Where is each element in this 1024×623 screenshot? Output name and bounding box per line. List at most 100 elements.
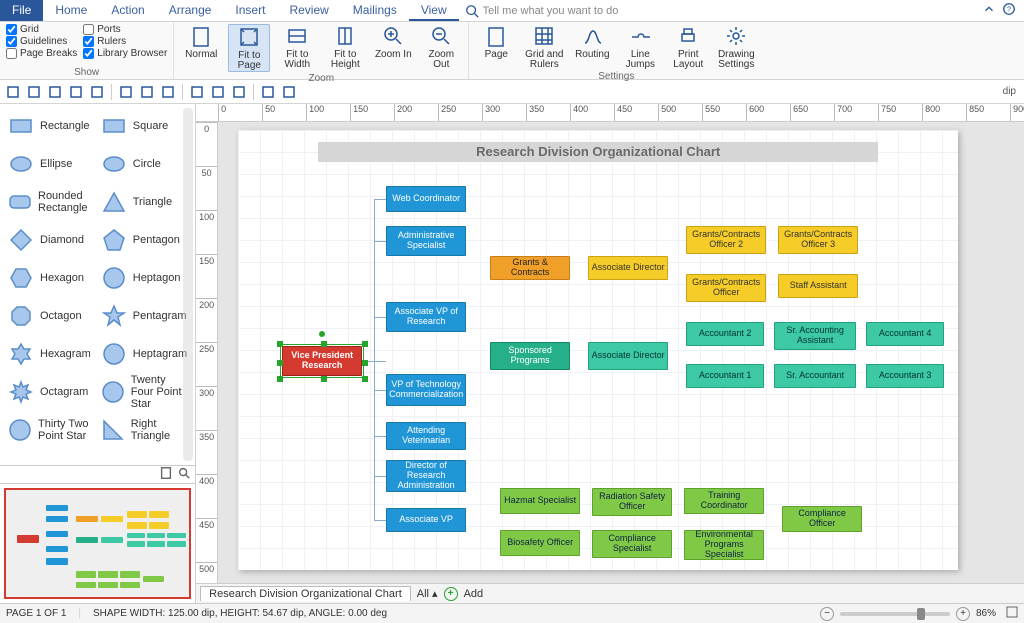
org-node-sa[interactable]: Staff Assistant [778, 274, 858, 298]
settings-btn-line-jumps[interactable]: Line Jumps [619, 24, 661, 70]
chart-title[interactable]: Research Division Organizational Chart [318, 142, 878, 162]
org-node-bo[interactable]: Biosafety Officer [500, 530, 580, 556]
shape-heptagon[interactable]: Heptagon [97, 260, 191, 296]
show-check-library-browser[interactable]: Library Browser [83, 48, 167, 59]
layout-icon[interactable] [230, 83, 248, 101]
resize-handle[interactable] [321, 341, 327, 347]
org-node-web[interactable]: Web Coordinator [386, 186, 466, 212]
shape-twenty-four-point-star[interactable]: Twenty Four Point Star [97, 374, 191, 410]
shape-ellipse[interactable]: Ellipse [4, 146, 95, 182]
zoom-slider[interactable] [840, 612, 950, 616]
org-node-tc[interactable]: Training Coordinator [684, 488, 764, 514]
shape-hexagram[interactable]: Hexagram [4, 336, 95, 372]
resize-handle[interactable] [362, 376, 368, 382]
org-node-sp[interactable]: Sponsored Programs [490, 342, 570, 370]
org-node-vet[interactable]: Attending Veterinarian [386, 422, 466, 450]
menu-tab-mailings[interactable]: Mailings [341, 0, 409, 21]
org-node-gco3[interactable]: Grants/Contracts Officer 3 [778, 226, 858, 254]
add-page-label[interactable]: Add [464, 588, 484, 600]
preview-page-icon[interactable] [159, 466, 173, 483]
checkbox[interactable] [83, 48, 94, 59]
align-icon[interactable] [117, 83, 135, 101]
show-check-rulers[interactable]: Rulers [83, 36, 167, 47]
shape-heptagram[interactable]: Heptagram [97, 336, 191, 372]
show-check-grid[interactable]: Grid [6, 24, 77, 35]
shape-octagram[interactable]: Octagram [4, 374, 95, 410]
preview-find-icon[interactable] [177, 466, 191, 483]
org-node-rso[interactable]: Radiation Safety Officer [592, 488, 672, 516]
page-preview-thumbnail[interactable] [0, 483, 195, 603]
org-node-admin[interactable]: Administrative Specialist [386, 226, 466, 256]
shape-square[interactable]: Square [97, 108, 191, 144]
shape-right-triangle[interactable]: Right Triangle [97, 412, 191, 448]
grid-icon[interactable] [259, 83, 277, 101]
shape-grid[interactable]: RectangleSquareEllipseCircleRounded Rect… [0, 104, 195, 465]
distribute-icon[interactable] [138, 83, 156, 101]
zoom-btn-fit-to-height[interactable]: Fit to Height [324, 24, 366, 70]
search-icon[interactable] [280, 83, 298, 101]
menu-tab-insert[interactable]: Insert [223, 0, 277, 21]
org-node-cs[interactable]: Compliance Specialist [592, 530, 672, 558]
org-node-sac[interactable]: Sr. Accountant [774, 364, 856, 388]
shape-rounded-rectangle[interactable]: Rounded Rectangle [4, 184, 95, 220]
org-node-ac1[interactable]: Accountant 1 [686, 364, 764, 388]
menu-tab-file[interactable]: File [0, 0, 43, 21]
org-node-hz[interactable]: Hazmat Specialist [500, 488, 580, 514]
page-tab-current[interactable]: Research Division Organizational Chart [200, 586, 411, 601]
menu-tab-home[interactable]: Home [43, 0, 99, 21]
menu-tab-view[interactable]: View [409, 0, 459, 21]
checkbox[interactable] [6, 36, 17, 47]
org-node-ac3[interactable]: Accountant 3 [866, 364, 944, 388]
show-check-ports[interactable]: Ports [83, 24, 167, 35]
org-node-avp2[interactable]: Associate VP [386, 508, 466, 532]
checkbox[interactable] [6, 48, 17, 59]
shape-pentagram[interactable]: Pentagram [97, 298, 191, 334]
org-node-ac4[interactable]: Accountant 4 [866, 322, 944, 346]
resize-handle[interactable] [277, 360, 283, 366]
menu-tab-arrange[interactable]: Arrange [157, 0, 224, 21]
resize-handle[interactable] [277, 341, 283, 347]
drawing-page[interactable]: Research Division Organizational Chart V… [238, 130, 958, 570]
org-node-co[interactable]: Compliance Officer [782, 506, 862, 532]
show-check-guidelines[interactable]: Guidelines [6, 36, 77, 47]
org-node-eps[interactable]: Environmental Programs Specialist [684, 530, 764, 560]
org-node-gco2[interactable]: Grants/Contracts Officer 2 [686, 226, 766, 254]
org-node-ac2[interactable]: Accountant 2 [686, 322, 764, 346]
selection-handles[interactable] [280, 344, 364, 378]
shape-pentagon[interactable]: Pentagon [97, 222, 191, 258]
undo-icon[interactable] [67, 83, 85, 101]
org-node-vptech[interactable]: VP of Technology Commercialization [386, 374, 466, 406]
zoom-btn-zoom-out[interactable]: Zoom Out [420, 24, 462, 70]
settings-btn-grid-and-rulers[interactable]: Grid and Rulers [523, 24, 565, 70]
checkbox[interactable] [83, 24, 94, 35]
shape-rectangle[interactable]: Rectangle [4, 108, 95, 144]
spacing-v-icon[interactable] [209, 83, 227, 101]
add-page-icon[interactable]: + [444, 587, 458, 601]
shape-octagon[interactable]: Octagon [4, 298, 95, 334]
chevron-up-icon[interactable] [982, 2, 996, 19]
menu-tab-action[interactable]: Action [99, 0, 156, 21]
resize-handle[interactable] [277, 376, 283, 382]
spacing-h-icon[interactable] [188, 83, 206, 101]
org-node-ad2[interactable]: Associate Director [588, 342, 668, 370]
zoom-btn-normal[interactable]: Normal [180, 24, 222, 60]
zoom-in-button[interactable]: + [956, 607, 970, 621]
zoom-btn-fit-to-page[interactable]: Fit to Page [228, 24, 270, 72]
checkbox[interactable] [6, 24, 17, 35]
settings-btn-drawing-settings[interactable]: Drawing Settings [715, 24, 757, 70]
settings-btn-page[interactable]: Page [475, 24, 517, 60]
save-icon[interactable] [46, 83, 64, 101]
show-check-page-breaks[interactable]: Page Breaks [6, 48, 77, 59]
settings-btn-routing[interactable]: Routing [571, 24, 613, 60]
org-node-avpr[interactable]: Associate VP of Research [386, 302, 466, 332]
tell-me-search[interactable]: Tell me what you want to do [459, 0, 974, 21]
shape-hexagon[interactable]: Hexagon [4, 260, 95, 296]
org-node-dra[interactable]: Director of Research Administration [386, 460, 466, 492]
org-node-gco[interactable]: Grants/Contracts Officer [686, 274, 766, 302]
rotate-handle[interactable] [319, 331, 325, 337]
zoom-fit-icon[interactable] [1006, 606, 1018, 621]
resize-handle[interactable] [362, 341, 368, 347]
new-doc-icon[interactable] [4, 83, 22, 101]
shape-diamond[interactable]: Diamond [4, 222, 95, 258]
org-node-gc[interactable]: Grants & Contracts [490, 256, 570, 280]
